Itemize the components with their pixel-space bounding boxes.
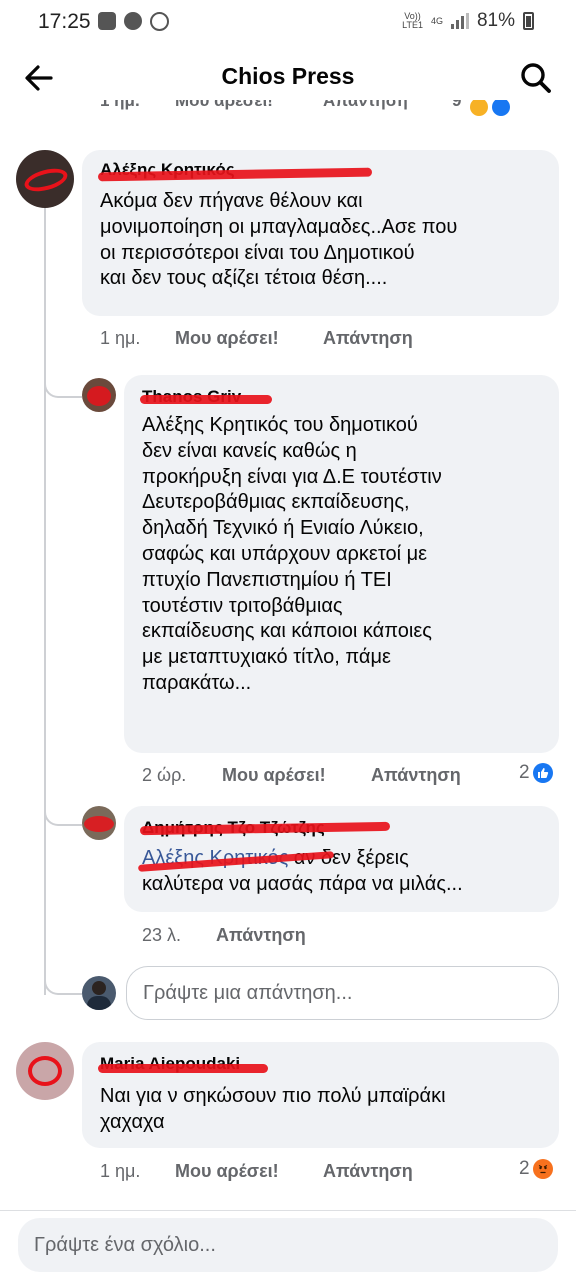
reply-button[interactable]: Απάντηση [323, 1161, 413, 1182]
thread-branch [44, 806, 82, 826]
prev-like-icon [492, 100, 510, 116]
author-redaction [98, 1064, 268, 1073]
like-button[interactable]: Μου αρέσει! [175, 1161, 279, 1182]
reply-text: Αλέξης Κρητικός του δημοτικού δεν είναι … [142, 413, 442, 697]
text-line: σαφώς και υπάρχουν αρκετοί με [142, 542, 428, 565]
like-button[interactable]: Μου αρέσει! [222, 765, 326, 786]
battery-percent: 81% [476, 10, 515, 31]
text-line: δεν είναι κανείς καθώς η [142, 439, 357, 462]
text-line: Ακόμα δεν πήγανε θέλουν και [100, 190, 363, 212]
comment-input-placeholder: Γράψτε ένα σχόλιο... [34, 1233, 216, 1256]
comment-time: 1 ημ. [100, 1161, 141, 1181]
prev-reaction-count: 9 [452, 100, 462, 110]
avatar[interactable] [82, 378, 116, 412]
search-button[interactable] [516, 58, 556, 98]
reaction-count: 2 [519, 762, 530, 783]
reply-button[interactable]: Απάντηση [216, 925, 306, 946]
text-line: εκπαίδευσης και κάποιοι κάποιες [142, 620, 432, 643]
reply-bubble: Thanos Griv Αλέξης Κρητικός του δημοτικο… [124, 375, 559, 753]
comment-bubble: Maria Aiepoudaki Ναι για ν σηκώσουν πιο … [82, 1042, 559, 1148]
author-redaction [140, 395, 272, 404]
comment-text: Ακόμα δεν πήγανε θέλουν και μονιμοποίηση… [100, 189, 457, 292]
reply-button[interactable]: Απάντηση [371, 765, 461, 786]
comment-time: 1 ημ. [100, 328, 141, 348]
text-line: Δευτεροβάθμιας εκπαίδευσης, [142, 491, 410, 514]
lte-label: LTE1 [402, 20, 423, 30]
thread-line [44, 205, 46, 995]
text-line: παρακάτω... [142, 671, 252, 694]
text-line: τουτέστιν τριτοβάθμιας [142, 594, 343, 617]
comment-text: Ναι για ν σηκώσουν πιο πολύ μπαϊράκι χαχ… [100, 1084, 446, 1136]
text-line: μονιμοποίηση οι μπαγλαμαδες..Ασε που [100, 215, 458, 238]
avatar[interactable] [82, 806, 116, 840]
angry-icon [532, 1159, 553, 1179]
text-line: Αλέξης Κρητικός του δημοτικού [142, 414, 418, 436]
comment-bubble: Αλέξης Κρητικός Ακόμα δεν πήγανε θέλουν … [82, 150, 559, 316]
text-line: προκήρυξη είναι για Δ.Ε τουτέστιν [142, 465, 442, 488]
reply-input-placeholder: Γράψτε μια απάντηση... [143, 981, 353, 1004]
status-right: Vo)) LTE1 4G 81% [402, 10, 534, 32]
prev-like-button[interactable]: Μου αρέσει! [175, 100, 273, 111]
volte-indicator: Vo)) LTE1 [402, 12, 423, 30]
thread-branch [44, 378, 82, 398]
gallery-icon [98, 12, 116, 30]
text-line: χαχαχα [100, 1110, 165, 1133]
prev-time: 1 ημ. [100, 100, 140, 110]
app-header: Chios Press [0, 48, 576, 106]
reaction-summary[interactable]: 2 [519, 762, 553, 784]
previous-comment-actions: 1 ημ. Μου αρέσει! Απάντηση 9 [0, 100, 576, 120]
thread-branch [44, 975, 82, 995]
current-user-avatar [82, 976, 116, 1010]
status-time: 17:25 [38, 10, 91, 33]
text-line: καλύτερα να μασάς πάρα να μιλάς... [142, 872, 463, 895]
prev-reply-button[interactable]: Απάντηση [323, 100, 408, 111]
like-icon [532, 763, 553, 783]
prev-haha-icon [470, 100, 488, 116]
reply-bubble: Δημήτρης Τζο Τζώτζης Αλέξης Κρητικός αν … [124, 806, 559, 912]
avatar[interactable] [16, 150, 74, 208]
reaction-summary[interactable]: 2 [519, 1158, 553, 1180]
viber-icon [150, 12, 169, 31]
network-gen: 4G [430, 15, 443, 26]
battery-icon [523, 12, 534, 30]
status-bar: 17:25 Vo)) LTE1 4G 81% [0, 0, 576, 48]
text-line: δηλαδή Τεχνικό ή Ενιαίο Λύκειο, [142, 517, 424, 540]
signal-icon [450, 13, 469, 29]
text-line: Ναι για ν σηκώσουν πιο πολύ μπαϊράκι [100, 1085, 446, 1107]
divider [0, 1210, 576, 1211]
text-line: και δεν τους αξίζει τέτοια θέση.... [100, 267, 388, 290]
notification-icons [98, 12, 169, 31]
reaction-count: 2 [519, 1158, 530, 1179]
reply-input[interactable]: Γράψτε μια απάντηση... [126, 966, 559, 1020]
reply-time: 2 ώρ. [142, 765, 187, 785]
search-icon [521, 63, 551, 93]
avatar[interactable] [16, 1042, 74, 1100]
like-button[interactable]: Μου αρέσει! [175, 328, 279, 349]
messenger-icon [124, 12, 142, 30]
comment-input[interactable]: Γράψτε ένα σχόλιο... [18, 1218, 558, 1272]
reply-button[interactable]: Απάντηση [323, 328, 413, 349]
text-line: οι περισσότεροι είναι του Δημοτικού [100, 241, 415, 264]
text-line: πτυχίο Πανεπιστημίου ή ΤΕΙ [142, 568, 392, 591]
reply-time: 23 λ. [142, 925, 182, 945]
text-line: με μεταπτυχιακό τίτλο, πάμε [142, 646, 391, 669]
page-title: Chios Press [221, 63, 355, 89]
